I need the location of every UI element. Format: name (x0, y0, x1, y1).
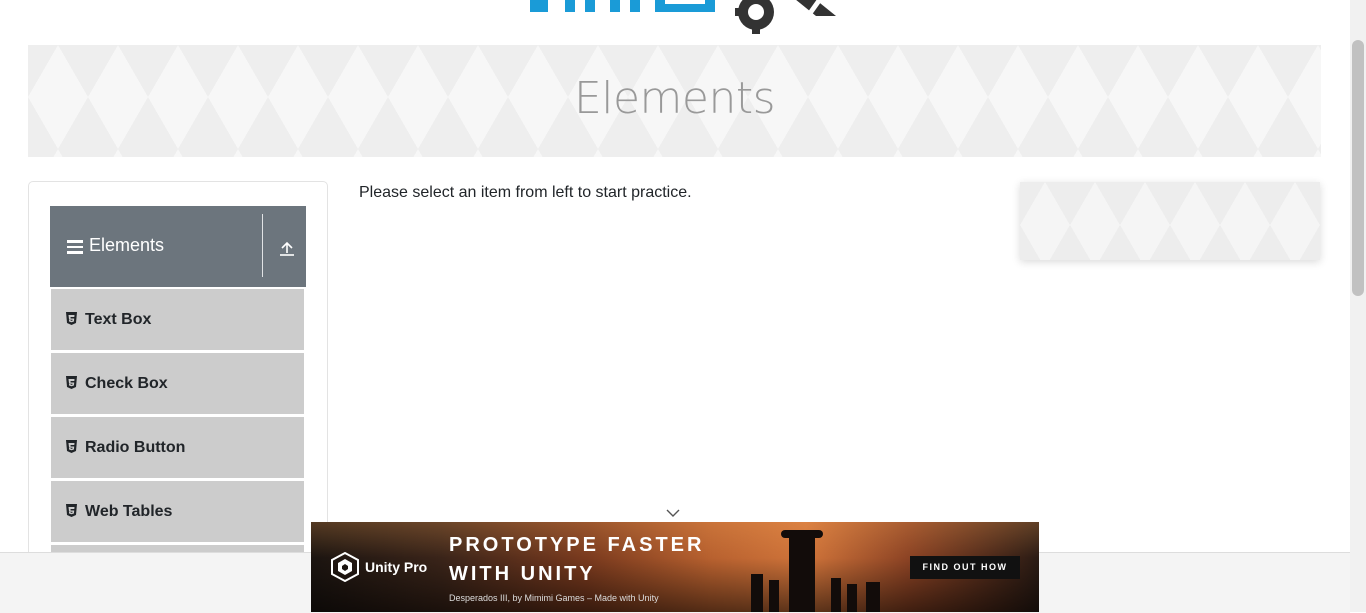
page-banner: Elements (28, 45, 1321, 157)
ad-headline-line2: WITH UNITY (449, 563, 596, 585)
html5-icon (66, 312, 77, 325)
html5-icon (66, 376, 77, 389)
group-title: Elements (89, 235, 165, 255)
find-out-how-button[interactable]: FIND OUT HOW (910, 556, 1020, 579)
site-logo[interactable] (520, 0, 850, 36)
chevron-down-icon[interactable] (666, 508, 680, 518)
ad-figure (789, 532, 815, 612)
ad-figure (751, 574, 763, 612)
menu-item-check-box[interactable]: Check Box (51, 353, 304, 414)
collapse-arrow-icon[interactable] (277, 238, 297, 258)
menu-item-label: Check Box (85, 375, 168, 392)
header-divider (262, 214, 263, 277)
menu-item-text-box[interactable]: Text Box (51, 289, 304, 350)
ad-figure (831, 578, 841, 612)
toolsqa-logo-icon (530, 0, 836, 34)
menu-item-label: Radio Button (85, 439, 186, 456)
menu-item-label: Text Box (85, 311, 152, 328)
page-title: Elements (573, 73, 776, 124)
ad-figure (847, 584, 857, 612)
menu-item-radio-button[interactable]: Radio Button (51, 417, 304, 478)
ad-figure (769, 580, 779, 612)
ad-figure (866, 582, 880, 612)
hamburger-icon (67, 240, 83, 254)
ad-figure-hat (781, 530, 823, 538)
right-ad-placeholder (1020, 182, 1320, 260)
ad-subtitle: Desperados III, by Mimimi Games – Made w… (449, 593, 659, 603)
unity-ad-banner[interactable]: Unity Pro PROTOTYPE FASTER WITH UNITY De… (311, 522, 1039, 612)
elements-group-header[interactable]: Elements (50, 206, 306, 287)
ad-brand: Unity Pro (365, 559, 428, 575)
html5-icon (66, 504, 77, 517)
html5-icon (66, 440, 77, 453)
scrollbar-thumb[interactable] (1352, 40, 1364, 296)
left-sidebar: Elements Text Box Check Box Radio Button (28, 181, 328, 562)
practice-instruction: Please select an item from left to start… (359, 184, 692, 201)
unity-logo-icon (331, 552, 359, 582)
menu-item-label: Web Tables (85, 503, 173, 520)
ad-headline-line1: PROTOTYPE FASTER (449, 534, 705, 556)
menu-item-web-tables[interactable]: Web Tables (51, 481, 304, 542)
